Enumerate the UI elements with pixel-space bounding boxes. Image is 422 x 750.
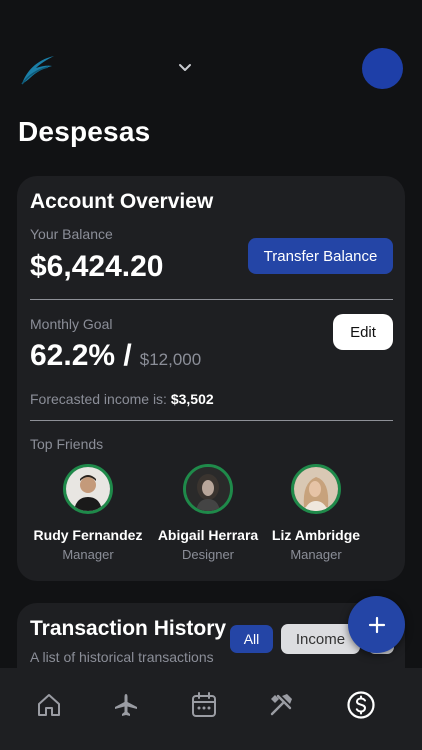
monthly-goal-row: 62.2% / $12,000	[30, 339, 201, 373]
top-bar	[0, 48, 422, 92]
edit-goal-button[interactable]: Edit	[333, 314, 393, 350]
nav-home[interactable]	[34, 690, 64, 720]
add-button[interactable]	[348, 596, 405, 653]
goal-percent: 62.2% /	[30, 339, 132, 372]
profile-avatar-button[interactable]	[362, 48, 403, 89]
divider	[30, 420, 393, 421]
dollar-icon	[347, 691, 375, 719]
balance-value: $6,424.20	[30, 250, 164, 283]
tools-icon	[270, 694, 292, 716]
friend-avatar	[63, 464, 113, 514]
monthly-goal-label: Monthly Goal	[30, 316, 113, 332]
nav-travel[interactable]	[111, 690, 141, 720]
friend-card[interactable]: Liz Ambridge Manager	[251, 464, 381, 562]
chevron-down-icon[interactable]	[176, 58, 194, 76]
nav-tools[interactable]	[266, 690, 296, 720]
transfer-balance-button[interactable]: Transfer Balance	[248, 238, 393, 274]
bottom-nav	[0, 668, 422, 750]
friend-name: Liz Ambridge	[271, 527, 361, 543]
home-icon	[38, 694, 60, 716]
forecast-label: Forecasted income is:	[30, 391, 171, 407]
friend-avatar	[183, 464, 233, 514]
page-title: Despesas	[18, 116, 151, 147]
top-friends-label: Top Friends	[30, 436, 104, 452]
feather-logo-icon[interactable]	[18, 54, 56, 86]
balance-label: Your Balance	[30, 226, 113, 242]
friend-role: Manager	[62, 547, 114, 562]
transaction-history-subtitle: A list of historical transactions	[30, 649, 214, 665]
friend-avatar	[291, 464, 341, 514]
divider	[30, 299, 393, 300]
account-overview-card: Account Overview Your Balance $6,424.20 …	[17, 176, 405, 581]
filter-all-chip[interactable]: All	[230, 625, 273, 653]
airplane-icon	[115, 694, 137, 716]
friend-role: Manager	[290, 547, 342, 562]
forecast-text: Forecasted income is: $3,502	[30, 391, 214, 407]
account-overview-title: Account Overview	[30, 190, 214, 213]
nav-finance[interactable]	[346, 690, 376, 720]
nav-calendar[interactable]	[189, 690, 219, 720]
forecast-value: $3,502	[170, 391, 214, 407]
plus-icon	[368, 616, 385, 633]
goal-target: $12,000	[139, 350, 202, 369]
friend-card[interactable]: Rudy Fernandez Manager	[23, 464, 153, 562]
friend-name: Rudy Fernandez	[33, 527, 143, 543]
transaction-history-title: Transaction History	[30, 617, 227, 640]
calendar-icon	[192, 692, 216, 717]
